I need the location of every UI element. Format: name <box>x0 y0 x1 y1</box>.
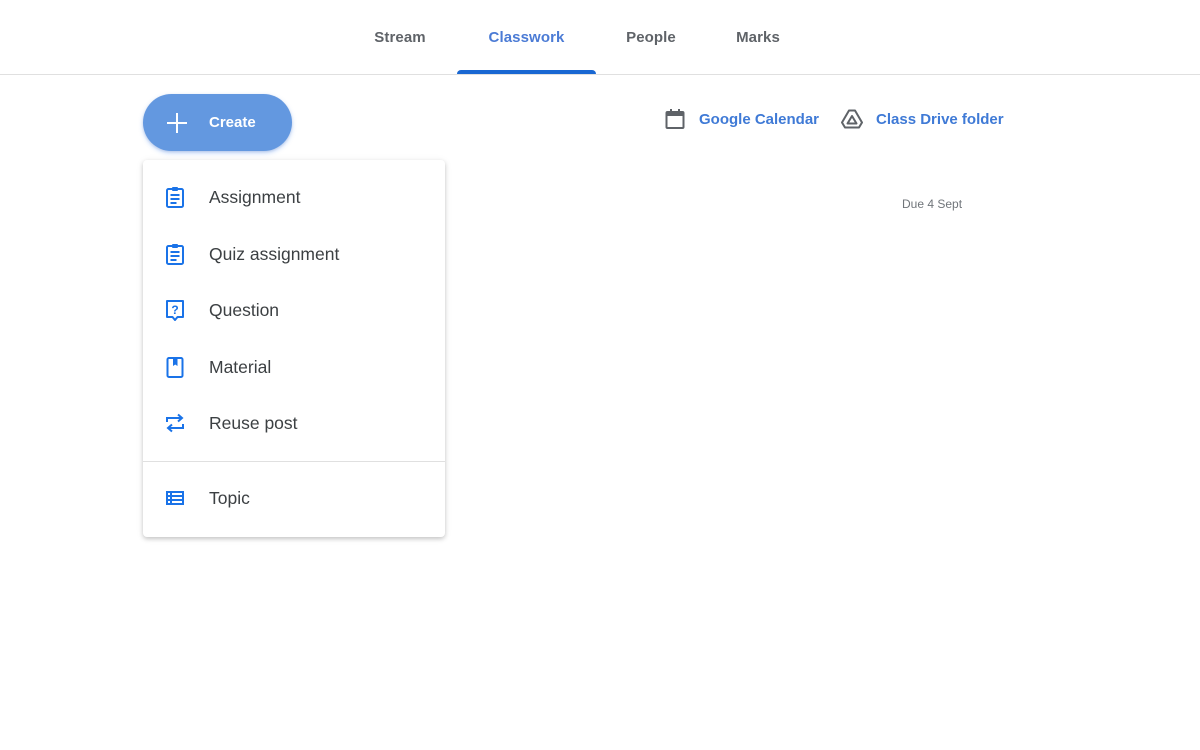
menu-item-assignment[interactable]: Assignment <box>143 169 445 225</box>
tab-label: Stream <box>374 28 426 46</box>
menu-item-material[interactable]: Material <box>143 339 445 395</box>
class-drive-folder-label: Class Drive folder <box>876 110 1004 128</box>
menu-divider <box>143 461 445 462</box>
menu-item-topic[interactable]: Topic <box>143 470 445 526</box>
question-icon: ? <box>163 298 187 322</box>
tab-label: Classwork <box>488 28 565 46</box>
plus-icon <box>166 112 188 134</box>
tab-label: People <box>626 28 676 46</box>
google-calendar-link[interactable]: Google Calendar <box>662 106 819 132</box>
reuse-icon <box>163 411 187 435</box>
calendar-icon <box>662 106 688 132</box>
menu-item-label: Assignment <box>209 186 301 207</box>
menu-item-question[interactable]: ? Question <box>143 282 445 338</box>
quiz-assignment-icon <box>163 242 187 266</box>
class-links: Google Calendar Class Drive folder <box>662 104 1004 134</box>
svg-text:?: ? <box>171 303 178 317</box>
menu-item-reuse-post[interactable]: Reuse post <box>143 395 445 451</box>
menu-item-label: Quiz assignment <box>209 243 340 264</box>
topic-icon <box>163 486 187 510</box>
create-button-label: Create <box>209 114 256 131</box>
active-tab-indicator <box>457 70 596 74</box>
due-date-text: Due 4 Sept <box>902 197 963 211</box>
drive-icon <box>839 106 865 132</box>
menu-item-label: Question <box>209 299 280 320</box>
assignment-icon <box>163 185 187 209</box>
tab-stream[interactable]: Stream <box>356 0 444 74</box>
material-icon <box>163 355 187 379</box>
tab-label: Marks <box>736 28 780 46</box>
top-navigation: Stream Classwork People Marks <box>0 0 1200 75</box>
create-menu: Assignment Quiz assignment ? Question Ma… <box>143 160 445 537</box>
menu-item-label: Material <box>209 356 272 377</box>
tab-marks[interactable]: Marks <box>718 0 798 74</box>
tab-classwork[interactable]: Classwork <box>457 0 596 74</box>
create-button[interactable]: Create <box>143 94 292 151</box>
menu-item-label: Reuse post <box>209 412 298 433</box>
tab-people[interactable]: People <box>608 0 694 74</box>
menu-item-label: Topic <box>209 487 250 508</box>
menu-item-quiz-assignment[interactable]: Quiz assignment <box>143 226 445 282</box>
class-drive-folder-link[interactable]: Class Drive folder <box>839 106 1004 132</box>
google-calendar-label: Google Calendar <box>699 110 820 128</box>
